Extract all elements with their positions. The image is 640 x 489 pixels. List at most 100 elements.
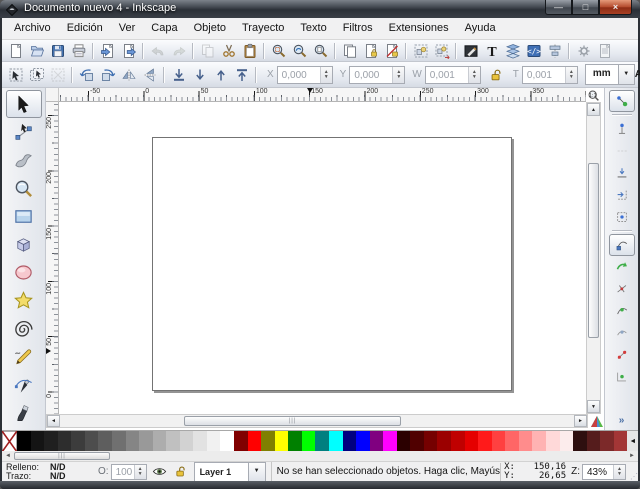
- palette-swatch[interactable]: [248, 431, 262, 451]
- palette-swatch[interactable]: [505, 431, 519, 451]
- snap-paths-button[interactable]: [609, 256, 635, 278]
- node-tool-button[interactable]: [6, 118, 42, 146]
- select-all-button[interactable]: [5, 65, 26, 85]
- zoom-input[interactable]: 43%▲▼: [582, 464, 626, 480]
- titlebar[interactable]: Documento nuevo 4 - Inkscape —□×: [0, 0, 640, 18]
- flip-horizontal-button[interactable]: [118, 65, 139, 85]
- palette-swatch[interactable]: [519, 431, 533, 451]
- y-input[interactable]: 0,000▲▼: [349, 66, 405, 84]
- palette-swatch[interactable]: [180, 431, 194, 451]
- lower-button[interactable]: [189, 65, 210, 85]
- snap-intersections-button[interactable]: [609, 278, 635, 300]
- deselect-button[interactable]: [47, 65, 68, 85]
- selector-tool-button[interactable]: [6, 90, 42, 118]
- menu-trayecto[interactable]: Trayecto: [234, 18, 292, 39]
- palette-swatch[interactable]: [112, 431, 126, 451]
- snap-smooth-nodes-button[interactable]: [609, 322, 635, 344]
- box3d-tool-button[interactable]: [6, 230, 42, 258]
- width-input[interactable]: 0,001▲▼: [425, 66, 481, 84]
- palette-swatch[interactable]: [44, 431, 58, 451]
- tweak-tool-button[interactable]: [6, 146, 42, 174]
- resize-grip[interactable]: ⋰: [628, 462, 638, 481]
- palette-swatch[interactable]: [383, 431, 397, 451]
- palette-swatch[interactable]: [302, 431, 316, 451]
- menu-capa[interactable]: Capa: [143, 18, 185, 39]
- page[interactable]: [152, 137, 512, 391]
- xml-editor-button[interactable]: </>: [523, 41, 544, 61]
- palette-swatch[interactable]: [329, 431, 343, 451]
- unit-dropdown-arrow[interactable]: ▼: [618, 65, 634, 84]
- menu-ayuda[interactable]: Ayuda: [457, 18, 504, 39]
- snap-midpoints-button[interactable]: [609, 344, 635, 366]
- y-spin-arrows[interactable]: ▲▼: [392, 67, 404, 83]
- text-dialog-button[interactable]: T: [481, 41, 502, 61]
- zoom-spin-arrows[interactable]: ▲▼: [613, 465, 625, 479]
- palette-swatch[interactable]: [614, 431, 628, 451]
- opacity-input[interactable]: 100▲▼: [111, 464, 147, 480]
- palette-swatch[interactable]: [85, 431, 99, 451]
- layer-dropdown-arrow[interactable]: ▼: [248, 463, 265, 481]
- palette-swatch[interactable]: [546, 431, 560, 451]
- zoom-drawing-button[interactable]: [289, 41, 310, 61]
- palette-swatch[interactable]: [71, 431, 85, 451]
- copy-button[interactable]: [197, 41, 218, 61]
- palette-swatch[interactable]: [465, 431, 479, 451]
- palette-swatch[interactable]: [492, 431, 506, 451]
- redo-button[interactable]: [168, 41, 189, 61]
- snap-enable-button[interactable]: [609, 90, 635, 112]
- snap-nodes-button[interactable]: [609, 234, 635, 256]
- select-all-layers-button[interactable]: [26, 65, 47, 85]
- vertical-scrollbar-thumb[interactable]: [588, 163, 599, 338]
- pencil-tool-button[interactable]: [6, 342, 42, 370]
- vertical-scrollbar[interactable]: ▲ ▼: [586, 102, 601, 414]
- menu-ver[interactable]: Ver: [111, 18, 144, 39]
- layer-select[interactable]: Layer 1 ▼: [194, 462, 266, 482]
- palette-swatch-none[interactable]: [2, 431, 17, 451]
- scroll-right-arrow-icon[interactable]: ►: [574, 415, 587, 427]
- palette-swatch[interactable]: [166, 431, 180, 451]
- menu-filtros[interactable]: Filtros: [335, 18, 381, 39]
- maximize-button[interactable]: □: [572, 0, 599, 15]
- snap-cusp-nodes-button[interactable]: [609, 300, 635, 322]
- print-document-button[interactable]: [68, 41, 89, 61]
- undo-button[interactable]: [147, 41, 168, 61]
- menu-archivo[interactable]: Archivo: [6, 18, 59, 39]
- lower-to-bottom-button[interactable]: [168, 65, 189, 85]
- palette-swatch[interactable]: [532, 431, 546, 451]
- group-button[interactable]: [410, 41, 431, 61]
- palette-swatch[interactable]: [397, 431, 411, 451]
- horizontal-ruler[interactable]: -50050100150200250300350: [59, 88, 586, 102]
- palette-swatch[interactable]: [31, 431, 45, 451]
- zoom-page-button[interactable]: [310, 41, 331, 61]
- palette-swatch[interactable]: [153, 431, 167, 451]
- height-input[interactable]: 0,001▲▼: [522, 66, 578, 84]
- cut-button[interactable]: [218, 41, 239, 61]
- palette-swatch[interactable]: [478, 431, 492, 451]
- palette-swatch[interactable]: [587, 431, 601, 451]
- menu-objeto[interactable]: Objeto: [186, 18, 234, 39]
- rotate-ccw-button[interactable]: [76, 65, 97, 85]
- opacity-spin-arrows[interactable]: ▲▼: [134, 465, 146, 479]
- scroll-up-arrow-icon[interactable]: ▲: [587, 103, 600, 116]
- vertical-ruler[interactable]: 250200150100500: [46, 102, 59, 414]
- x-spin-arrows[interactable]: ▲▼: [320, 67, 332, 83]
- star-tool-button[interactable]: [6, 286, 42, 314]
- unit-select[interactable]: mm ▼: [585, 64, 635, 85]
- minimize-button[interactable]: —: [545, 0, 572, 15]
- open-document-button[interactable]: [26, 41, 47, 61]
- scroll-down-arrow-icon[interactable]: ▼: [587, 400, 600, 413]
- palette-swatch[interactable]: [139, 431, 153, 451]
- palette-more-arrow-icon[interactable]: ◄: [627, 431, 638, 451]
- palette-scroll-left-icon[interactable]: ◄: [2, 453, 14, 459]
- palette-scroll-right-icon[interactable]: ►: [626, 453, 638, 459]
- flip-vertical-button[interactable]: [139, 65, 160, 85]
- zoom-tool-button[interactable]: [6, 174, 42, 202]
- palette-swatch[interactable]: [451, 431, 465, 451]
- palette-swatch[interactable]: [58, 431, 72, 451]
- rectangle-tool-button[interactable]: [6, 202, 42, 230]
- palette-swatch[interactable]: [424, 431, 438, 451]
- palette-swatch[interactable]: [275, 431, 289, 451]
- snap-bbox-edges-button[interactable]: [609, 140, 635, 162]
- fill-stroke-indicator[interactable]: Relleno:N/D Trazo:N/D: [2, 463, 94, 481]
- palette-swatch[interactable]: [193, 431, 207, 451]
